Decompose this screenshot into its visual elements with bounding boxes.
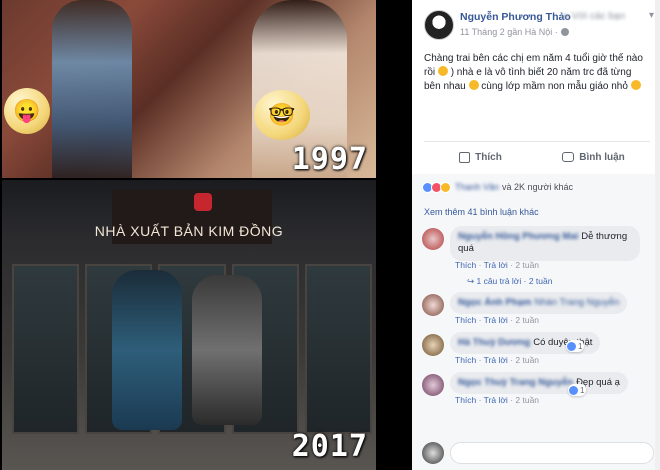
comments-section: Thanh Vân và 2K người khác Xem thêm 41 b… [412,174,660,470]
comment-like-badge[interactable]: 1 [566,340,584,352]
comment-like-link[interactable]: Thích [455,355,476,365]
chevron-down-icon[interactable]: ▾ [649,10,654,21]
view-more-comments-link[interactable]: Xem thêm 41 bình luận khác [424,207,539,217]
comment-time: 2 tuần [515,260,540,270]
comment-time: 2 tuần [515,355,540,365]
window-pane [304,264,373,434]
comment-item: Ngọc Ánh Phạm Nhàn Trang Nguyễn Thích · T… [422,292,654,330]
commenter-name-blurred[interactable]: Ngọc Thuỳ Trang Nguyễn [458,377,573,388]
commenter-name-blurred[interactable]: Nguyễn Hồng Phương Mai [458,231,578,242]
screen: 😛 🤓 1997 NHÀ XUẤT BẢN KIM ĐỒNG 2017 Nguy… [0,0,660,470]
tagged-name-blurred[interactable]: ▸ Với các bạn [564,11,625,22]
comment-button[interactable]: Bình luận [537,145,650,169]
tagged-user-blurred[interactable]: Nhàn Trang Nguyễn [534,297,619,308]
post-panel: Nguyễn Phương Thảo ▸ Với các bạn 11 Thán… [412,0,660,470]
comment-label: Bình luận [579,151,625,163]
store-name: NHÀ XUẤT BẢN KIM ĐỒNG [94,223,284,239]
childhood-photo: 😛 🤓 1997 [2,0,376,178]
laugh-emoji-icon [437,66,448,76]
replies-label: 1 câu trả lời · 2 tuần [476,276,553,286]
laugh-emoji-icon [468,80,479,90]
comment-item: Ngọc Thuỳ Trang Nguyễn Đẹp quá ạ 1 Thích … [422,372,654,432]
like-reaction-icon [567,341,576,351]
commenter-avatar[interactable] [422,442,444,464]
commenter-avatar[interactable] [422,374,444,396]
reactor-name-blurred[interactable]: Thanh Vân [455,182,499,192]
comment-bubble-icon [562,152,575,162]
comment-reply-link[interactable]: Trả lời [484,355,508,365]
commenter-avatar[interactable] [422,334,444,356]
post-header: Nguyễn Phương Thảo ▸ Với các bạn 11 Thán… [424,8,660,44]
man-figure [192,275,262,425]
commenter-name-blurred[interactable]: Hà Thuỳ Dương [458,337,530,348]
comment-item: Hà Thuỳ Dương Có duyên thật 1 Thích · Trả… [422,332,654,370]
like-label: Thích [475,151,502,163]
boy-figure [52,0,132,178]
window-pane [12,264,80,434]
post-photo[interactable]: 😛 🤓 1997 NHÀ XUẤT BẢN KIM ĐỒNG 2017 [0,0,378,470]
comment-bubble-partial[interactable] [450,442,654,464]
adult-photo: NHÀ XUẤT BẢN KIM ĐỒNG 2017 [2,180,376,470]
divider [424,141,650,142]
publisher-logo-icon [194,193,212,211]
comment-bubble: Ngọc Thuỳ Trang Nguyễn Đẹp quá ạ [450,372,628,395]
caption-part-3: cùng lớp mầm non mẫu giáo nhỏ [481,81,631,92]
woman-figure [112,270,182,430]
thumbs-up-icon [459,151,471,163]
like-count: 1 [580,385,585,395]
comment-bubble: Ngọc Ánh Phạm Nhàn Trang Nguyễn [450,292,628,315]
haha-reaction-icon [440,181,451,193]
commenter-avatar[interactable] [422,294,444,316]
comment-reply-link[interactable]: Trả lời [484,260,508,270]
scrollbar[interactable] [655,0,660,470]
comment-item: Nguyễn Hồng Phương Mai Dễ thương quá Thíc… [422,226,654,286]
year-label-top: 1997 [291,142,368,177]
view-replies-link[interactable]: ↪ 1 câu trả lời · 2 tuần [467,276,552,287]
post-time[interactable]: 11 Tháng 2 gần Hà Nội · [460,27,558,37]
comment-like-badge[interactable]: 1 [568,384,586,396]
tongue-emoji-icon: 😛 [4,88,50,134]
comment-meta: Thích · Trả lời · 2 tuần [455,355,540,365]
commenter-avatar[interactable] [422,228,444,250]
reaction-summary[interactable]: Thanh Vân và 2K người khác [422,180,573,194]
comment-like-link[interactable]: Thích [455,395,476,405]
smile-emoji-icon [630,80,641,90]
author-name[interactable]: Nguyễn Phương Thảo [460,11,571,23]
globe-icon [560,28,569,36]
nerd-emoji-icon: 🤓 [254,90,310,140]
comment-like-link[interactable]: Thích [455,315,476,325]
year-label-bottom: 2017 [291,429,368,464]
author-avatar[interactable] [424,10,454,40]
comment-meta: Thích · Trả lời · 2 tuần [455,315,540,325]
like-button[interactable]: Thích [424,145,537,169]
comment-reply-link[interactable]: Trả lời [484,315,508,325]
comment-meta: Thích · Trả lời · 2 tuần [455,395,540,405]
comment-time: 2 tuần [515,315,540,325]
comment-reply-link[interactable]: Trả lời [484,395,508,405]
reaction-count: và 2K người khác [502,182,574,192]
comment-time: 2 tuần [515,395,540,405]
post-actions: Thích Bình luận [424,145,650,169]
partial-comment [422,442,654,468]
like-reaction-icon [569,385,578,395]
comment-like-link[interactable]: Thích [455,260,476,270]
post-meta: 11 Tháng 2 gần Hà Nội · [460,27,569,37]
like-count: 1 [578,341,583,351]
commenter-name-blurred[interactable]: Ngọc Ánh Phạm [458,297,531,308]
comment-meta: Thích · Trả lời · 2 tuần [455,260,540,270]
post-caption: Chàng trai bên các chị em năm 4 tuổi giờ… [424,52,650,94]
comment-bubble: Nguyễn Hồng Phương Mai Dễ thương quá [450,226,640,261]
